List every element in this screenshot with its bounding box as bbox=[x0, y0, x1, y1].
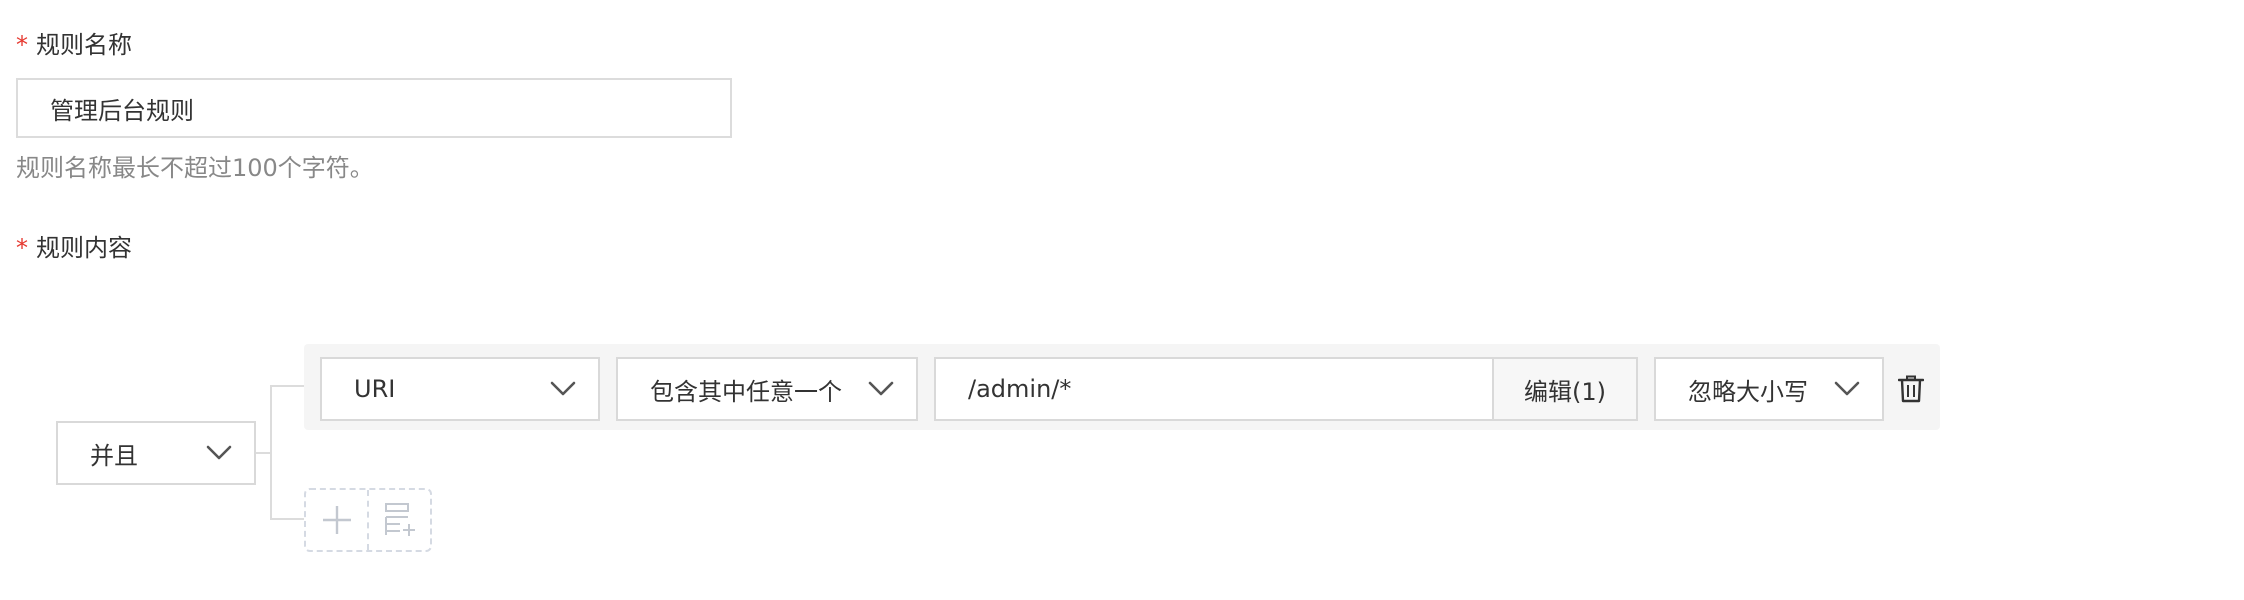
logic-operator-select[interactable]: 并且 bbox=[56, 421, 256, 485]
required-mark: * bbox=[16, 234, 28, 262]
logic-operator-value: 并且 bbox=[90, 441, 138, 470]
add-group-button[interactable] bbox=[367, 490, 430, 550]
rule-name-value: 管理后台规则 bbox=[50, 96, 194, 125]
rule-name-label: * 规则名称 bbox=[16, 31, 132, 59]
trash-icon[interactable] bbox=[1898, 375, 1924, 403]
chevron-down-icon bbox=[550, 381, 576, 396]
condition-operator-value: 包含其中任意一个 bbox=[650, 377, 842, 406]
chevron-down-icon bbox=[868, 381, 894, 396]
condition-field-select[interactable]: URI bbox=[320, 357, 600, 421]
required-mark: * bbox=[16, 31, 28, 59]
condition-value-input[interactable]: /admin/* bbox=[936, 359, 1492, 419]
condition-value-text: /admin/* bbox=[968, 375, 1072, 403]
add-condition-button[interactable] bbox=[306, 490, 367, 550]
condition-operator-select[interactable]: 包含其中任意一个 bbox=[616, 357, 918, 421]
chevron-down-icon bbox=[1834, 381, 1860, 396]
edit-values-button[interactable]: 编辑(1) bbox=[1492, 359, 1636, 419]
rule-content-label: * 规则内容 bbox=[16, 234, 132, 262]
add-group-icon bbox=[384, 503, 415, 536]
add-controls bbox=[304, 488, 432, 552]
rule-name-hint: 规则名称最长不超过100个字符。 bbox=[16, 154, 374, 182]
connector-line bbox=[270, 518, 304, 520]
plus-icon bbox=[322, 506, 351, 534]
case-option-value: 忽略大小写 bbox=[1688, 377, 1808, 406]
connector-line bbox=[270, 385, 304, 387]
condition-value-field: /admin/* 编辑(1) bbox=[934, 357, 1638, 421]
connector-line bbox=[270, 385, 272, 520]
case-option-select[interactable]: 忽略大小写 bbox=[1654, 357, 1884, 421]
rule-name-input[interactable]: 管理后台规则 bbox=[16, 78, 732, 138]
chevron-down-icon bbox=[206, 445, 232, 460]
condition-field-value: URI bbox=[354, 375, 396, 403]
